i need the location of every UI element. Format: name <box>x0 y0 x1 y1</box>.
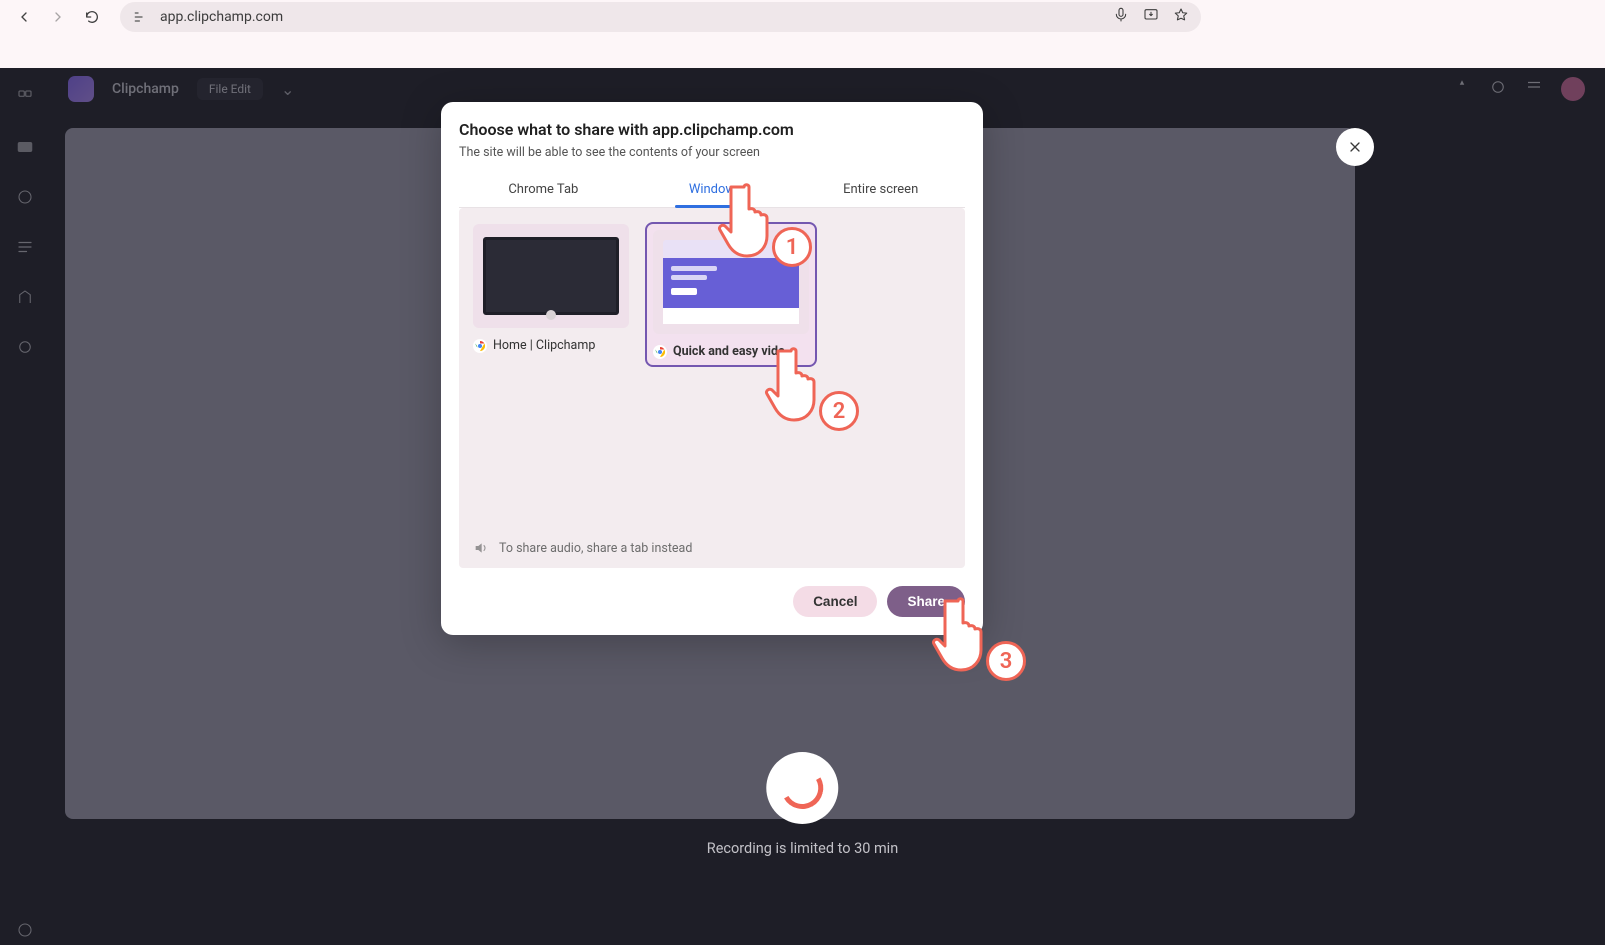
app-surface: Clipchamp File Edit ⌄ Recording is limit… <box>0 68 1605 945</box>
rail-item[interactable] <box>11 338 39 362</box>
back-button[interactable] <box>10 3 38 31</box>
dialog-subtitle: The site will be able to see the content… <box>459 145 965 160</box>
record-controls: Recording is limited to 30 min <box>707 752 898 857</box>
record-button[interactable] <box>767 752 839 824</box>
help-icon[interactable] <box>1525 78 1543 100</box>
recording-limit-text: Recording is limited to 30 min <box>707 840 898 857</box>
screen-share-dialog: Choose what to share with app.clipchamp.… <box>441 102 983 635</box>
top-menu-pill[interactable]: File Edit <box>197 78 263 100</box>
notifications-icon[interactable] <box>1489 78 1507 100</box>
rail-item[interactable] <box>11 921 39 945</box>
tab-window[interactable]: Window <box>628 174 797 207</box>
brand-name: Clipchamp <box>112 81 179 97</box>
window-thumb <box>473 224 629 328</box>
window-chooser: Home | Clipchamp <box>459 208 965 568</box>
left-rail <box>0 68 50 945</box>
tab-chrome-tab[interactable]: Chrome Tab <box>459 174 628 207</box>
dialog-title: Choose what to share with app.clipchamp.… <box>459 120 965 139</box>
reload-icon <box>84 9 100 25</box>
arrow-left-icon <box>16 9 32 25</box>
site-settings-icon[interactable] <box>132 9 150 25</box>
share-button[interactable]: Share <box>887 586 965 617</box>
tab-entire-screen[interactable]: Entire screen <box>796 174 965 207</box>
rail-item[interactable] <box>11 188 39 212</box>
close-icon <box>1347 139 1363 155</box>
rail-item[interactable] <box>11 138 39 162</box>
window-option[interactable]: Home | Clipchamp <box>473 224 629 365</box>
address-url: app.clipchamp.com <box>160 9 1103 25</box>
share-source-tabs: Chrome Tab Window Entire screen <box>459 174 965 208</box>
rail-item[interactable] <box>11 238 39 262</box>
forward-button[interactable] <box>44 3 72 31</box>
close-button[interactable] <box>1336 128 1374 166</box>
upgrade-icon[interactable] <box>1453 78 1471 100</box>
brand-badge <box>68 76 94 102</box>
loading-arc-icon <box>777 762 828 813</box>
reload-button[interactable] <box>78 3 106 31</box>
chrome-icon <box>653 345 667 359</box>
rail-item[interactable] <box>11 288 39 312</box>
window-label: Quick and easy vide.. <box>673 344 792 359</box>
dialog-actions: Cancel Share <box>459 586 965 617</box>
window-option-selected[interactable]: Quick and easy vide.. <box>647 224 815 365</box>
chevron-down-icon[interactable]: ⌄ <box>281 80 294 99</box>
speaker-icon <box>473 540 489 556</box>
bookmark-star-icon[interactable] <box>1173 7 1189 27</box>
window-label: Home | Clipchamp <box>493 338 595 353</box>
address-bar[interactable]: app.clipchamp.com <box>120 2 1201 32</box>
install-app-icon[interactable] <box>1143 7 1159 27</box>
arrow-right-icon <box>50 9 66 25</box>
cancel-button[interactable]: Cancel <box>793 586 877 617</box>
app-top-right <box>1453 68 1605 110</box>
avatar[interactable] <box>1561 77 1585 101</box>
tab-strip-spacer <box>0 34 1605 68</box>
chrome-icon <box>473 339 487 353</box>
window-thumb <box>653 230 809 334</box>
rail-item[interactable] <box>11 88 39 112</box>
mic-icon[interactable] <box>1113 7 1129 27</box>
audio-hint: To share audio, share a tab instead <box>473 540 951 556</box>
browser-toolbar: app.clipchamp.com <box>0 0 1605 34</box>
audio-hint-text: To share audio, share a tab instead <box>499 541 692 556</box>
